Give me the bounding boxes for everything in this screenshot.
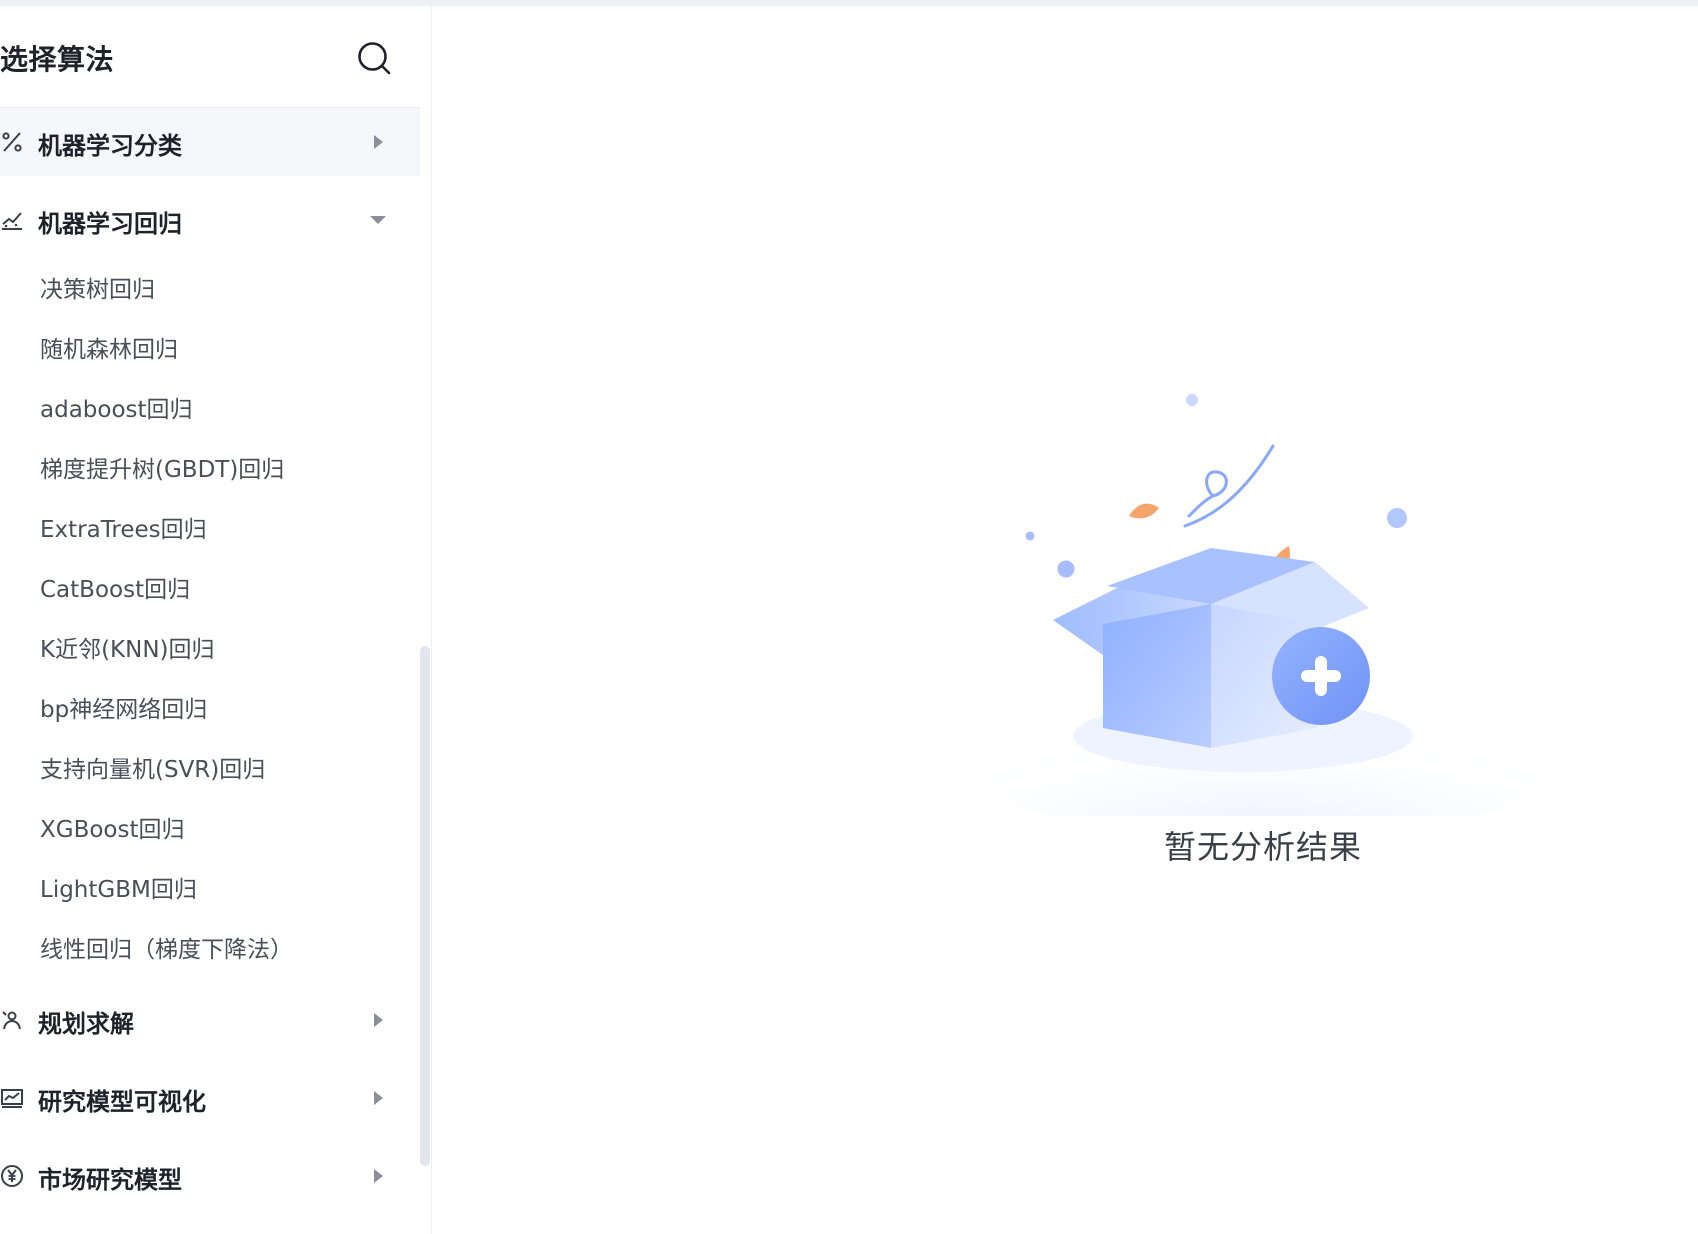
algorithm-item-label: 决策树回归	[40, 277, 155, 303]
empty-state-text: 暂无分析结果	[1163, 828, 1362, 866]
algorithm-item-label: 线性回归（梯度下降法）	[40, 937, 293, 963]
empty-state: 暂无分析结果	[913, 376, 1613, 876]
chart-visualization-icon	[1, 1089, 23, 1108]
algorithm-nav: 机器学习分类 机器学习回归 决策树回归 随机森林回归 adaboost回归 梯度…	[0, 108, 420, 1210]
algorithm-item[interactable]: 支持向量机(SVR)回归	[0, 734, 420, 794]
category-label: 机器学习回归	[38, 210, 182, 238]
algorithm-item[interactable]: 决策树回归	[0, 254, 420, 314]
category-planning[interactable]: 规划求解	[0, 986, 420, 1054]
algorithm-item-label: XGBoost回归	[40, 817, 185, 843]
empty-box-icon	[933, 394, 1593, 816]
caret-right-icon	[374, 1169, 383, 1183]
sidebar-scrollbar[interactable]	[420, 646, 430, 1166]
regression-trend-icon	[2, 212, 22, 230]
algorithm-item[interactable]: 随机森林回归	[0, 314, 420, 374]
category-label: 机器学习分类	[38, 132, 182, 160]
sidebar-header: 选择算法	[0, 6, 420, 108]
caret-right-icon	[374, 1091, 383, 1105]
analysis-result-panel: 暂无分析结果	[433, 6, 1698, 1234]
algorithm-item[interactable]: K近邻(KNN)回归	[0, 614, 420, 674]
category-label: 市场研究模型	[38, 1166, 182, 1194]
algorithm-item-label: CatBoost回归	[40, 577, 191, 603]
algorithm-item[interactable]: 线性回归（梯度下降法）	[0, 914, 420, 974]
algorithm-item[interactable]: ExtraTrees回归	[0, 494, 420, 554]
algorithm-item[interactable]: adaboost回归	[0, 374, 420, 434]
algorithm-item-label: 随机森林回归	[40, 337, 178, 363]
algorithm-item-label: adaboost回归	[40, 397, 193, 423]
search-icon[interactable]	[356, 40, 392, 76]
category-market-research[interactable]: 市场研究模型	[0, 1142, 420, 1210]
algorithm-item[interactable]: 梯度提升树(GBDT)回归	[0, 434, 420, 494]
algorithm-item[interactable]: LightGBM回归	[0, 854, 420, 914]
algorithm-item-label: LightGBM回归	[40, 877, 197, 903]
algorithm-item[interactable]: CatBoost回归	[0, 554, 420, 614]
category-ml-regression[interactable]: 机器学习回归	[0, 186, 420, 254]
algorithm-item-label: 梯度提升树(GBDT)回归	[40, 457, 285, 483]
category-label: 规划求解	[38, 1010, 134, 1038]
algorithm-item-label: K近邻(KNN)回归	[40, 637, 215, 663]
algorithm-item-label: bp神经网络回归	[40, 697, 208, 723]
algorithm-item[interactable]: bp神经网络回归	[0, 674, 420, 734]
caret-down-icon	[370, 216, 386, 224]
algorithm-sidebar: 选择算法 机器学习分类 机器学习回归 决策树回归 随机森林回归 adaboost…	[0, 6, 432, 1234]
planning-icon	[2, 1011, 21, 1030]
caret-right-icon	[374, 1013, 383, 1027]
algorithm-item-label: 支持向量机(SVR)回归	[40, 757, 266, 783]
algorithm-item[interactable]: XGBoost回归	[0, 794, 420, 854]
sidebar-title: 选择算法	[0, 43, 115, 76]
category-ml-classification[interactable]: 机器学习分类	[0, 108, 420, 176]
percent-icon	[2, 132, 22, 152]
yen-coin-icon	[1, 1165, 23, 1187]
algorithm-item-label: ExtraTrees回归	[40, 517, 207, 543]
category-model-visualization[interactable]: 研究模型可视化	[0, 1064, 420, 1132]
caret-right-icon	[374, 135, 383, 149]
category-label: 研究模型可视化	[38, 1088, 206, 1116]
